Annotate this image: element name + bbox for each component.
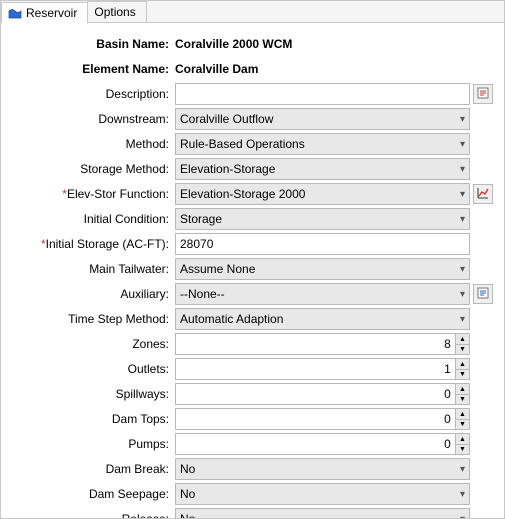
note-icon — [476, 286, 490, 303]
dam-tops-label: Dam Tops: — [9, 412, 175, 426]
chevron-down-icon: ▾ — [456, 264, 465, 275]
basin-name-value: Coralville 2000 WCM — [175, 37, 470, 51]
initial-condition-label: Initial Condition: — [9, 212, 175, 226]
tab-reservoir[interactable]: Reservoir — [1, 2, 88, 23]
dam-break-combo[interactable]: No ▾ — [175, 458, 470, 480]
spillways-input[interactable] — [175, 383, 455, 405]
zones-spin-up[interactable]: ▲ — [455, 333, 470, 344]
initial-storage-label: *Initial Storage (AC-FT): — [9, 237, 175, 251]
release-combo[interactable]: No ▾ — [175, 508, 470, 518]
chevron-down-icon: ▾ — [456, 289, 465, 300]
zones-input[interactable] — [175, 333, 455, 355]
dam-tops-spin-down[interactable]: ▼ — [455, 419, 470, 430]
chevron-down-icon: ▾ — [456, 214, 465, 225]
auxiliary-combo[interactable]: --None-- ▾ — [175, 283, 470, 305]
initial-condition-value: Storage — [180, 212, 222, 226]
elev-stor-plot-button[interactable] — [473, 184, 493, 204]
auxiliary-label: Auxiliary: — [9, 287, 175, 301]
pumps-input[interactable] — [175, 433, 455, 455]
time-step-value: Automatic Adaption — [180, 312, 283, 326]
zones-spin-down[interactable]: ▼ — [455, 344, 470, 355]
storage-method-value: Elevation-Storage — [180, 162, 275, 176]
downstream-combo[interactable]: Coralville Outflow ▾ — [175, 108, 470, 130]
release-value: No — [180, 512, 195, 518]
time-step-label: Time Step Method: — [9, 312, 175, 326]
chevron-down-icon: ▾ — [456, 189, 465, 200]
chevron-down-icon: ▾ — [456, 314, 465, 325]
tab-options-label: Options — [94, 5, 135, 19]
dam-break-label: Dam Break: — [9, 462, 175, 476]
outlets-spin-down[interactable]: ▼ — [455, 369, 470, 380]
chevron-down-icon: ▾ — [456, 489, 465, 500]
description-note-button[interactable] — [473, 84, 493, 104]
dam-tops-spin-up[interactable]: ▲ — [455, 408, 470, 419]
form-content: Basin Name: Coralville 2000 WCM Element … — [1, 23, 504, 518]
downstream-label: Downstream: — [9, 112, 175, 126]
spillways-spin-up[interactable]: ▲ — [455, 383, 470, 394]
storage-method-combo[interactable]: Elevation-Storage ▾ — [175, 158, 470, 180]
pumps-spin-up[interactable]: ▲ — [455, 433, 470, 444]
element-name-label: Element Name: — [9, 62, 175, 76]
dam-seepage-label: Dam Seepage: — [9, 487, 175, 501]
description-label: Description: — [9, 87, 175, 101]
description-input[interactable] — [175, 83, 470, 105]
spillways-spin-down[interactable]: ▼ — [455, 394, 470, 405]
spillways-label: Spillways: — [9, 387, 175, 401]
auxiliary-value: --None-- — [180, 287, 225, 301]
chevron-down-icon: ▾ — [456, 114, 465, 125]
pumps-label: Pumps: — [9, 437, 175, 451]
plot-icon — [476, 186, 490, 203]
method-label: Method: — [9, 137, 175, 151]
chevron-down-icon: ▾ — [456, 464, 465, 475]
basin-name-label: Basin Name: — [9, 37, 175, 51]
elev-stor-fn-combo[interactable]: Elevation-Storage 2000 ▾ — [175, 183, 470, 205]
release-label: Release: — [9, 512, 175, 518]
chevron-down-icon: ▾ — [456, 139, 465, 150]
elev-stor-fn-label: *Elev-Stor Function: — [9, 187, 175, 201]
chevron-down-icon: ▾ — [456, 164, 465, 175]
outlets-input[interactable] — [175, 358, 455, 380]
dam-seepage-value: No — [180, 487, 195, 501]
chevron-down-icon: ▾ — [456, 514, 465, 519]
outlets-spin-up[interactable]: ▲ — [455, 358, 470, 369]
outlets-label: Outlets: — [9, 362, 175, 376]
note-icon — [476, 86, 490, 103]
zones-label: Zones: — [9, 337, 175, 351]
method-combo[interactable]: Rule-Based Operations ▾ — [175, 133, 470, 155]
pumps-spin-down[interactable]: ▼ — [455, 444, 470, 455]
dam-seepage-combo[interactable]: No ▾ — [175, 483, 470, 505]
storage-method-label: Storage Method: — [9, 162, 175, 176]
initial-condition-combo[interactable]: Storage ▾ — [175, 208, 470, 230]
method-value: Rule-Based Operations — [180, 137, 305, 151]
tab-reservoir-label: Reservoir — [26, 6, 77, 20]
tab-options[interactable]: Options — [87, 1, 146, 22]
initial-storage-input[interactable] — [175, 233, 470, 255]
main-tailwater-label: Main Tailwater: — [9, 262, 175, 276]
reservoir-icon — [8, 7, 22, 19]
dam-tops-input[interactable] — [175, 408, 455, 430]
main-tailwater-combo[interactable]: Assume None ▾ — [175, 258, 470, 280]
main-tailwater-value: Assume None — [180, 262, 255, 276]
auxiliary-note-button[interactable] — [473, 284, 493, 304]
elev-stor-fn-value: Elevation-Storage 2000 — [180, 187, 305, 201]
downstream-value: Coralville Outflow — [180, 112, 273, 126]
dam-break-value: No — [180, 462, 195, 476]
element-name-value: Coralville Dam — [175, 62, 470, 76]
time-step-combo[interactable]: Automatic Adaption ▾ — [175, 308, 470, 330]
tab-bar: Reservoir Options — [1, 1, 504, 23]
